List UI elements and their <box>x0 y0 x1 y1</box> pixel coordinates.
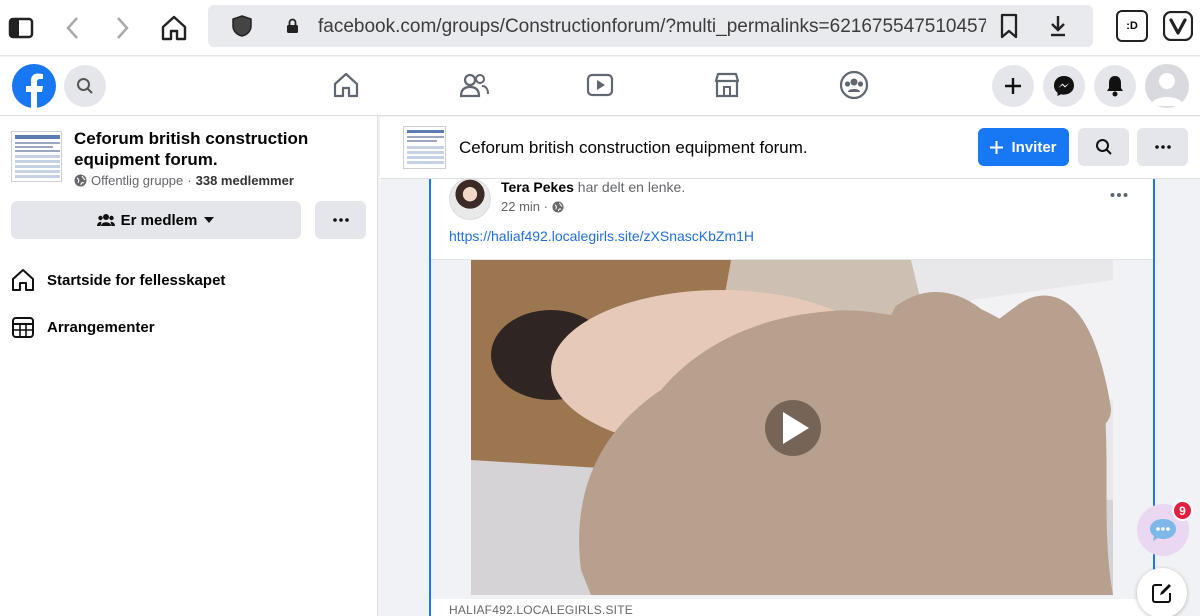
member-status-button[interactable]: Er medlem <box>11 201 301 239</box>
compose-icon <box>1152 584 1171 603</box>
group-privacy: Offentlig gruppe <box>91 173 184 188</box>
home-icon[interactable] <box>330 69 362 101</box>
plus-icon <box>990 140 1004 154</box>
globe-icon <box>552 200 564 213</box>
group-thumbnail[interactable] <box>403 126 446 169</box>
notifications-icon[interactable] <box>1094 65 1136 107</box>
facebook-logo[interactable] <box>12 64 56 108</box>
ellipsis-icon <box>1154 145 1171 149</box>
sidebar-item-label: Startside for fellesskapet <box>47 271 226 289</box>
tab-count-label: :D <box>1126 20 1138 32</box>
home-icon[interactable] <box>158 12 190 44</box>
group-meta: Offentlig gruppe · 338 medlemmer <box>74 173 294 188</box>
members-icon <box>96 214 115 226</box>
invite-button[interactable]: Inviter <box>978 128 1069 166</box>
group-thumbnail[interactable] <box>11 131 62 182</box>
sidebar-item-events[interactable]: Arrangementer <box>11 315 155 339</box>
url-text[interactable]: facebook.com/groups/Constructionforum/?m… <box>318 16 986 38</box>
chat-icon <box>1150 519 1176 541</box>
lock-icon <box>286 18 299 39</box>
bookmark-icon[interactable] <box>1000 13 1018 44</box>
post-action: har delt en lenke. <box>577 179 686 195</box>
caret-down-icon <box>204 217 215 223</box>
marketplace-icon[interactable] <box>711 69 743 101</box>
shield-icon[interactable] <box>231 14 253 43</box>
ellipsis-icon <box>332 218 349 222</box>
plus-icon[interactable] <box>992 65 1034 107</box>
sidebar-toggle-icon[interactable] <box>5 12 37 44</box>
groups-icon[interactable] <box>838 69 870 101</box>
back-icon[interactable] <box>57 12 89 44</box>
home-icon <box>12 269 34 291</box>
browser-toolbar: facebook.com/groups/Constructionforum/?m… <box>0 0 1200 56</box>
compose-message-button[interactable] <box>1137 568 1187 616</box>
calendar-icon <box>12 317 34 338</box>
address-bar[interactable]: facebook.com/groups/Constructionforum/?m… <box>208 5 1093 47</box>
facebook-header <box>0 57 1200 116</box>
post-author-line: Tera Pekes har delt en lenke. <box>501 179 685 195</box>
link-preview[interactable] <box>431 259 1153 599</box>
chat-badge: 9 <box>1172 500 1193 521</box>
post-author[interactable]: Tera Pekes <box>501 179 574 195</box>
post-options-icon[interactable] <box>1105 183 1133 207</box>
preview-image[interactable] <box>471 260 1113 595</box>
group-more-button[interactable] <box>1137 128 1188 166</box>
group-name[interactable]: Ceforum british construction equipment f… <box>459 138 808 158</box>
messenger-icon[interactable] <box>1043 65 1085 107</box>
post-time: 22 min · <box>501 199 548 214</box>
forward-icon[interactable] <box>106 12 138 44</box>
group-name[interactable]: Ceforum british construction equipment f… <box>74 128 334 170</box>
post-timestamp[interactable]: 22 min · <box>501 199 564 214</box>
member-button-label: Er medlem <box>120 211 198 229</box>
vivaldi-icon[interactable] <box>1162 10 1194 42</box>
group-search-button[interactable] <box>1078 128 1129 166</box>
search-icon <box>1095 139 1112 155</box>
group-sidebar: Ceforum british construction equipment f… <box>0 116 378 616</box>
invite-label: Inviter <box>1011 138 1057 156</box>
search-icon[interactable] <box>64 65 106 107</box>
group-header-bar: Ceforum british construction equipment f… <box>380 117 1200 179</box>
friends-icon[interactable] <box>458 69 490 101</box>
watch-icon[interactable] <box>584 69 616 101</box>
meta-separator: · <box>187 173 192 188</box>
sidebar-item-community-home[interactable]: Startside for fellesskapet <box>11 268 225 292</box>
post-link[interactable]: https://haliaf492.localegirls.site/zXSna… <box>449 228 754 244</box>
profile-avatar[interactable] <box>1145 64 1189 108</box>
tabs-icon[interactable]: :D <box>1116 10 1148 42</box>
author-avatar[interactable] <box>449 178 491 220</box>
post-card: Tera Pekes har delt en lenke. 22 min · h… <box>429 178 1155 616</box>
member-count[interactable]: 338 medlemmer <box>196 173 294 188</box>
globe-icon <box>74 174 87 187</box>
preview-domain[interactable]: HALIAF492.LOCALEGIRLS.SITE <box>449 603 633 616</box>
download-icon[interactable] <box>1048 14 1068 43</box>
more-options-button[interactable] <box>315 201 366 239</box>
sidebar-item-label: Arrangementer <box>47 318 155 336</box>
